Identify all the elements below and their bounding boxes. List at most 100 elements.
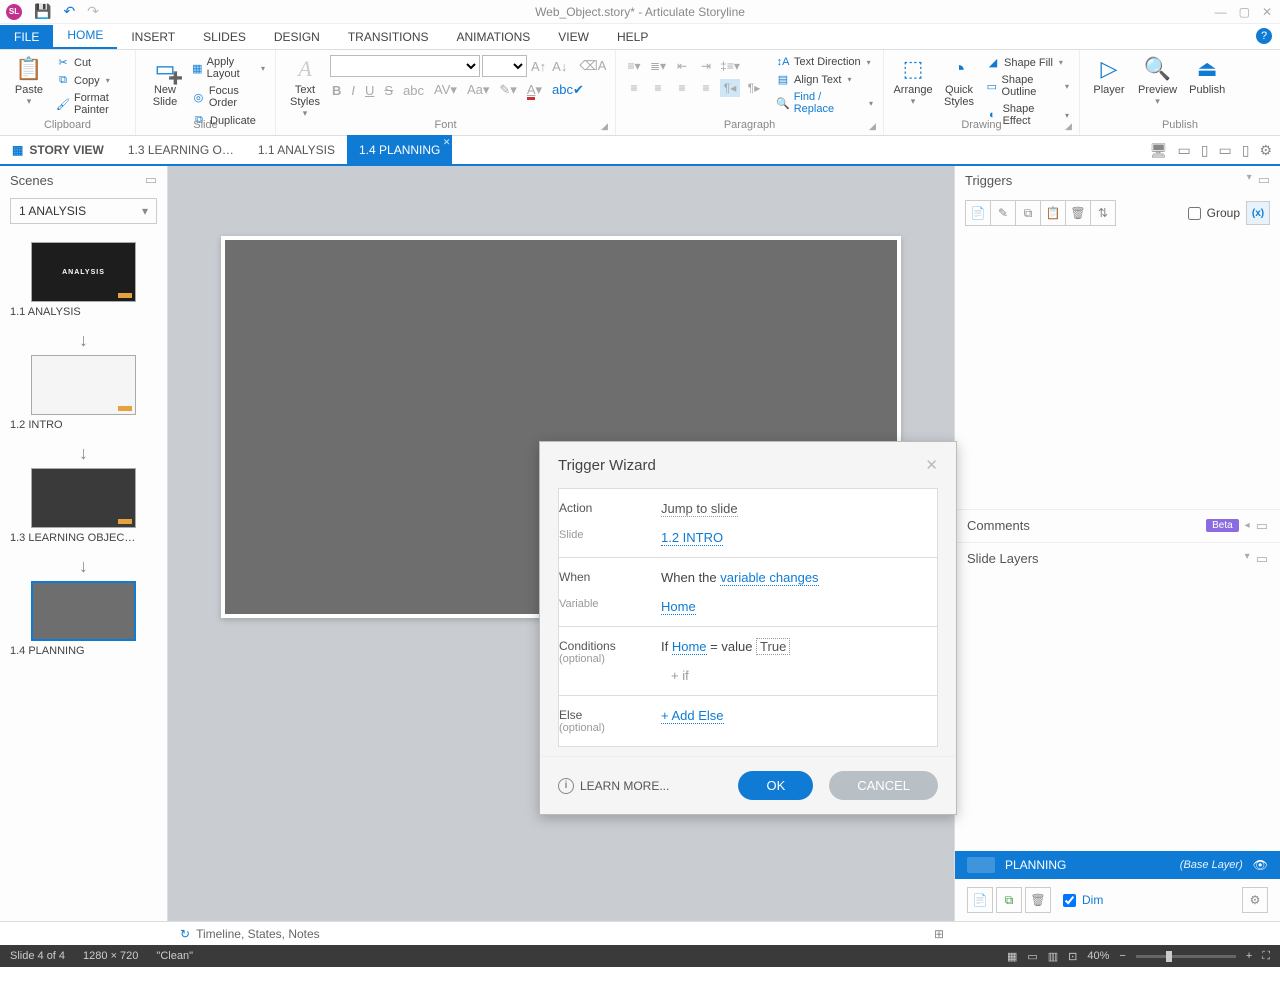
panel-dock-icon[interactable]: ▭	[1258, 172, 1270, 188]
drawing-dialog-launcher[interactable]: ◢	[1065, 121, 1075, 131]
fit-window-icon[interactable]: ⛶	[1262, 950, 1270, 963]
phone-portrait-icon[interactable]: ▯	[1242, 142, 1250, 159]
player-button[interactable]: ▷Player	[1088, 53, 1130, 98]
highlight-button[interactable]: ✎▾	[497, 81, 518, 99]
zoom-in-icon[interactable]: +	[1246, 950, 1252, 962]
tab-analysis[interactable]: 1.1 ANALYSIS	[246, 135, 347, 165]
align-justify-icon[interactable]: ≡	[696, 79, 716, 97]
slide-thumb[interactable]: 1.3 LEARNING OBJEC…	[10, 468, 157, 544]
line-spacing-icon[interactable]: ‡≡▾	[720, 57, 740, 75]
arrange-button[interactable]: ⬚ Arrange ▾	[892, 53, 934, 109]
reorder-trigger-button[interactable]: ⇅	[1090, 200, 1116, 226]
align-left-icon[interactable]: ≡	[624, 79, 644, 97]
cancel-button[interactable]: CANCEL	[829, 771, 938, 800]
paste-trigger-button[interactable]: 📋	[1040, 200, 1066, 226]
font-dialog-launcher[interactable]: ◢	[601, 121, 611, 131]
bold-button[interactable]: B	[330, 82, 343, 99]
tab-learning[interactable]: 1.3 LEARNING O…	[116, 135, 246, 165]
zoom-out-icon[interactable]: −	[1119, 950, 1125, 962]
edit-trigger-button[interactable]: ✎	[990, 200, 1016, 226]
menu-help[interactable]: HELP	[603, 25, 662, 49]
delete-trigger-button[interactable]: 🗑	[1065, 200, 1091, 226]
grid-icon[interactable]: ▦	[1007, 950, 1017, 963]
bullets-icon[interactable]: ≡▾	[624, 57, 644, 75]
panel-menu-icon[interactable]: ▾	[1247, 172, 1252, 188]
outdent-icon[interactable]: ⇤	[672, 57, 692, 75]
save-icon[interactable]: 💾	[34, 3, 51, 20]
quick-styles-button[interactable]: ◔ Quick Styles	[938, 53, 980, 110]
panel-dock-icon[interactable]: ▭	[1256, 551, 1268, 567]
add-else-button[interactable]: + Add Else	[661, 708, 724, 724]
group-checkbox[interactable]	[1188, 207, 1201, 220]
ltr-icon[interactable]: ¶▸	[744, 79, 764, 97]
when-link[interactable]: variable changes	[720, 570, 818, 586]
align-center-icon[interactable]: ≡	[648, 79, 668, 97]
layer-visibility-icon[interactable]: 👁	[1253, 858, 1268, 872]
preview-button[interactable]: 🔍Preview▾	[1134, 53, 1181, 109]
copy-trigger-button[interactable]: ⧉	[1015, 200, 1041, 226]
cond-var-link[interactable]: Home	[672, 639, 707, 655]
settings-icon[interactable]: ⚙	[1259, 142, 1272, 159]
tab-close-icon[interactable]: ✕	[443, 137, 451, 148]
format-painter-button[interactable]: 🖌Format Painter	[54, 91, 127, 117]
shape-outline-button[interactable]: ▭Shape Outline▾	[984, 73, 1071, 99]
shrink-font-icon[interactable]: A↓	[550, 58, 569, 75]
snap-icon[interactable]: ⊡	[1068, 950, 1077, 963]
paragraph-dialog-launcher[interactable]: ◢	[869, 121, 879, 131]
menu-file[interactable]: FILE	[0, 25, 53, 49]
active-layer[interactable]: PLANNING (Base Layer) 👁	[955, 851, 1280, 879]
case-button[interactable]: Aa▾	[465, 81, 491, 99]
timeline-label[interactable]: Timeline, States, Notes	[196, 927, 320, 941]
dim-checkbox[interactable]: Dim	[1063, 893, 1103, 907]
find-replace-button[interactable]: 🔍Find / Replace▾	[774, 90, 875, 116]
menu-design[interactable]: DESIGN	[260, 25, 334, 49]
timeline-icon[interactable]: ↻	[180, 927, 190, 941]
close-icon[interactable]: ✕	[1262, 5, 1272, 19]
grow-font-icon[interactable]: A↑	[529, 58, 548, 75]
action-value[interactable]: Jump to slide	[661, 501, 738, 517]
ok-button[interactable]: OK	[738, 771, 813, 800]
menu-insert[interactable]: INSERT	[117, 25, 189, 49]
tab-planning[interactable]: 1.4 PLANNING✕	[347, 135, 452, 165]
redo-icon[interactable]: ↷	[87, 3, 99, 20]
chevron-down-icon[interactable]: ▾	[1245, 551, 1250, 567]
tab-story-view[interactable]: ▦STORY VIEW	[0, 135, 116, 165]
clear-format-icon[interactable]: ⌫A	[577, 57, 608, 75]
numbering-icon[interactable]: ≣▾	[648, 57, 668, 75]
menu-animations[interactable]: ANIMATIONS	[443, 25, 545, 49]
shadow-button[interactable]: abc	[401, 82, 426, 99]
variable-link[interactable]: Home	[661, 599, 696, 615]
menu-home[interactable]: HOME	[53, 23, 117, 49]
slide-thumb[interactable]: 1.4 PLANNING	[10, 581, 157, 657]
indent-icon[interactable]: ⇥	[696, 57, 716, 75]
chevron-left-icon[interactable]: ◂	[1245, 520, 1250, 531]
guides-icon[interactable]: ▥	[1048, 950, 1058, 963]
spacing-button[interactable]: AV▾	[432, 81, 459, 99]
menu-transitions[interactable]: TRANSITIONS	[334, 25, 443, 49]
slide-link[interactable]: 1.2 INTRO	[661, 530, 723, 546]
delete-layer-button[interactable]: 🗑	[1025, 887, 1051, 913]
underline-button[interactable]: U	[363, 82, 376, 99]
text-styles-button[interactable]: A Text Styles ▾	[284, 53, 326, 121]
tablet-landscape-icon[interactable]: ▭	[1178, 142, 1191, 159]
dialog-close-icon[interactable]: ✕	[925, 456, 938, 474]
variables-button[interactable]: (x)	[1246, 201, 1270, 225]
strike-button[interactable]: S	[382, 82, 395, 99]
slide-thumb[interactable]: 1.2 INTRO	[10, 355, 157, 431]
rtl-icon[interactable]: ¶◂	[720, 79, 740, 97]
apply-layout-button[interactable]: ▦Apply Layout▾	[190, 55, 267, 81]
font-size-select[interactable]	[482, 55, 527, 77]
paste-button[interactable]: 📋 Paste ▾	[8, 53, 50, 109]
tablet-portrait-icon[interactable]: ▯	[1201, 142, 1209, 159]
help-icon[interactable]: ?	[1256, 28, 1272, 44]
phone-landscape-icon[interactable]: ▭	[1218, 142, 1231, 159]
slide-thumb[interactable]: ANALYSIS 1.1 ANALYSIS	[10, 242, 157, 318]
fit-icon[interactable]: ⊞	[934, 927, 944, 941]
zoom-slider[interactable]	[1136, 955, 1236, 958]
align-right-icon[interactable]: ≡	[672, 79, 692, 97]
cut-button[interactable]: ✂Cut	[54, 55, 127, 70]
panel-menu-icon[interactable]: ▭	[145, 172, 157, 188]
publish-button[interactable]: ⏏Publish	[1185, 53, 1229, 98]
menu-slides[interactable]: SLIDES	[189, 25, 260, 49]
undo-icon[interactable]: ↶	[63, 3, 75, 20]
